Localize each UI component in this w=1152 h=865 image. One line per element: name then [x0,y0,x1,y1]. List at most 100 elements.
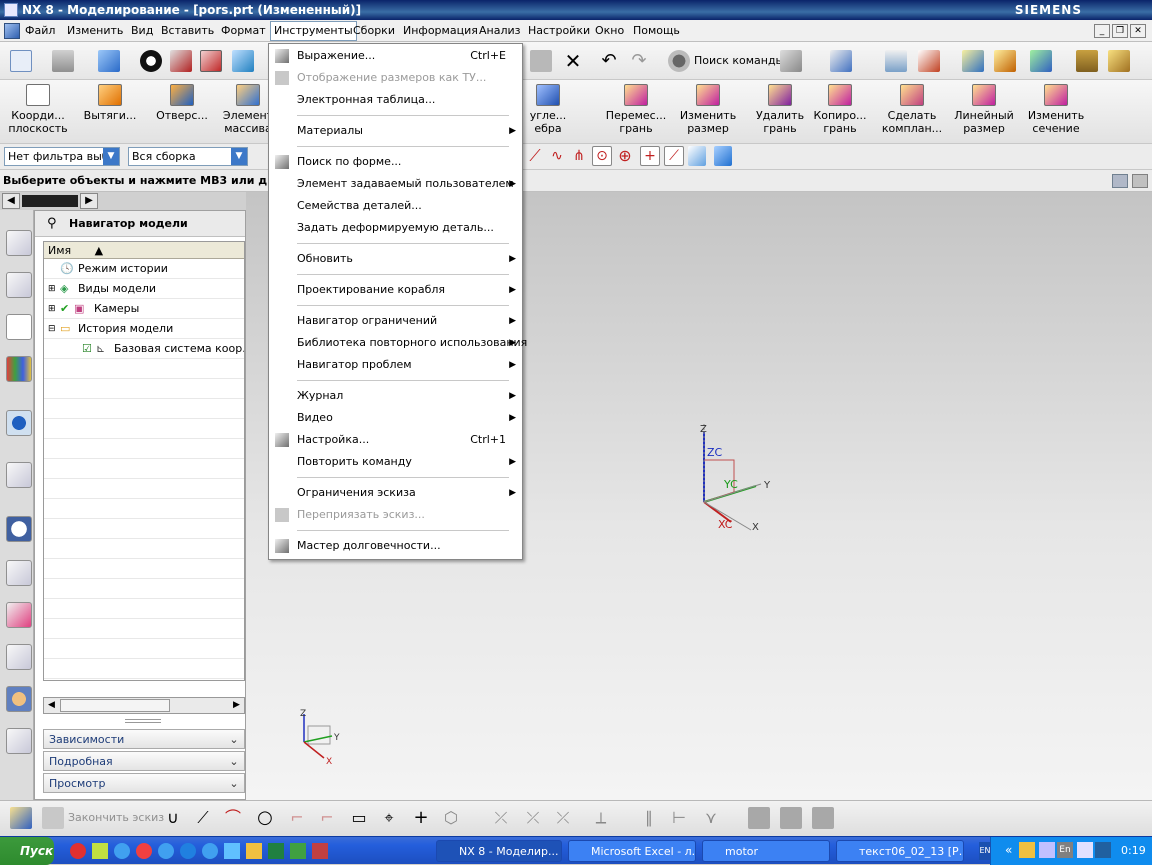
menu-7[interactable]: Информация [400,23,481,39]
binoculars-icon[interactable] [668,50,690,72]
snap-icon[interactable] [232,50,254,72]
doc-restore-button[interactable]: ❐ [1112,24,1128,38]
snap-line-icon[interactable]: ⟋ [664,146,684,166]
history-icon[interactable] [6,516,32,542]
undo-icon[interactable]: ↶ [598,50,620,72]
layout-icon[interactable] [1132,174,1148,188]
doc-close-button[interactable]: ✕ [1130,24,1146,38]
palette-icon[interactable] [6,602,32,628]
snap-intersection-icon[interactable]: ⋔ [570,146,588,166]
csys-icon[interactable] [918,50,940,72]
dimension-icon[interactable]: ⊢ [668,807,690,829]
browser-icon[interactable] [114,843,130,859]
tools-menu-item[interactable]: Видео ▶ [269,407,522,429]
taskbar-button[interactable]: Microsoft Excel - л... [568,840,696,862]
pin-icon[interactable]: ⚲ [47,211,57,237]
tools-menu-item[interactable]: Материалы ▶ [269,120,522,142]
tray-app2-icon[interactable] [1039,842,1055,858]
tools-menu-item[interactable]: Электронная таблица... [269,89,522,111]
offset-icon[interactable]: ⬡ [440,807,462,829]
volume-icon[interactable] [1095,842,1111,858]
system-materials-icon[interactable] [6,560,32,586]
render-style-icon[interactable] [140,50,162,72]
menu-5[interactable]: Инструменты [270,21,357,41]
roles-icon[interactable] [6,686,32,712]
trim-icon[interactable]: ⤫ [490,807,512,829]
name-column-header[interactable]: Имя ▲ [44,242,244,259]
app3-icon[interactable] [312,843,328,859]
taskbar-button[interactable]: текст06_02_13 [Р... [836,840,964,862]
fillet-icon[interactable]: ⌐ [286,807,308,829]
tools-menu-item[interactable]: Обновить ▶ [269,248,522,270]
media-icon[interactable] [136,843,152,859]
expand-icon[interactable]: ⊞ [48,299,56,319]
view-toggle-icon[interactable] [1112,174,1128,188]
redo-icon[interactable]: ↷ [628,50,650,72]
snap-quadrant-icon[interactable]: ⊕ [616,146,634,166]
make-coplanar-button[interactable]: Сделать комплан... [880,82,944,140]
constraint-navigator-icon[interactable] [6,272,32,298]
tools-menu-item[interactable]: Поиск по форме... [269,151,522,173]
point-icon[interactable]: + [410,807,432,829]
snap-curve-icon[interactable]: ∿ [548,146,566,166]
dependencies-panel[interactable]: Зависимости ⌄ [43,729,245,749]
wcs-icon[interactable] [962,50,984,72]
info-icon[interactable] [830,50,852,72]
command-finder-label[interactable]: Поиск команды [694,54,784,67]
hd3d-tools-icon[interactable] [6,410,32,436]
mirror-icon[interactable] [748,807,770,829]
move-face-button[interactable]: Перемес... грань [604,82,668,140]
app-icon[interactable] [92,843,108,859]
navigator-tree[interactable]: Имя ▲ 🕓 Режим истории ⊞ ◈ Виды модели ⊞ ✔ ▣ Ка… [43,241,245,681]
tools-menu-item[interactable]: Проектирование корабля ▶ [269,279,522,301]
datum-plane-button[interactable]: Коорди... плоскость [6,82,70,140]
doc-minimize-button[interactable]: _ [1094,24,1110,38]
tray-app-icon[interactable] [1019,842,1035,858]
snap-endpoint-icon[interactable]: ⟋ [526,146,544,166]
splitter-handle[interactable] [125,719,161,723]
tools-menu-item[interactable]: Семейства деталей... [269,195,522,217]
folder-icon[interactable] [246,843,262,859]
menu-0[interactable]: Файл [22,23,58,39]
tools-menu-item[interactable]: Журнал ▶ [269,385,522,407]
tools-menu-item[interactable]: Элемент задаваемый пользователем ▶ [269,173,522,195]
linear-dimension-button[interactable]: Линейный размер [952,82,1016,140]
reuse-library-icon[interactable] [6,356,32,382]
tools-menu-item[interactable]: Настройка... Ctrl+1 [269,429,522,451]
tools-menu-item[interactable]: Повторить команду ▶ [269,451,522,473]
scroll-thumb[interactable] [60,699,170,712]
app2-icon[interactable] [290,843,306,859]
snap-center-icon[interactable]: ⊙ [592,146,612,166]
layer-icon[interactable] [200,50,222,72]
network-icon[interactable] [1077,842,1093,858]
measure-icon[interactable] [1076,50,1098,72]
menu-9[interactable]: Настройки [525,23,593,39]
menu-8[interactable]: Анализ [476,23,524,39]
profile-icon[interactable]: ∪ [162,807,184,829]
tools-menu-item[interactable]: Мастер долговечности... [269,535,522,557]
rectangle-icon[interactable]: ▭ [348,807,370,829]
tree-row[interactable]: ⊟ ▭ История модели [44,319,244,339]
change-section-button[interactable]: Изменить сечение [1024,82,1088,140]
start-icon[interactable] [10,50,32,72]
finish-sketch-label[interactable]: Закончить эскиз [68,811,164,824]
checkbox-checked-icon[interactable]: ☑ [82,339,92,359]
extrude-button[interactable]: Вытяги... [78,82,142,140]
constraint-icon[interactable]: ⟂ [590,807,612,829]
assembly-navigator-icon[interactable] [6,230,32,256]
explorer-icon[interactable] [224,843,240,859]
tools-menu-item[interactable]: Библиотека повторного использования ▶ [269,332,527,354]
menu-3[interactable]: Вставить [158,23,217,39]
parallel-icon[interactable]: ∥ [638,807,660,829]
tools-menu-item[interactable]: Переприязать эскиз... [269,504,522,526]
polygon-icon[interactable]: ⌖ [378,807,400,829]
circle-icon[interactable]: ○ [254,807,276,829]
corner-icon[interactable]: ⤫ [552,807,574,829]
tools-menu-item[interactable]: Выражение... Ctrl+E [269,45,522,67]
system-scene-icon[interactable] [6,728,32,754]
process-studio-icon[interactable] [6,644,32,670]
arc-icon[interactable]: ⌒ [222,807,244,829]
finish-sketch-icon[interactable] [42,807,64,829]
edge-blend-button[interactable]: угле... ебра [518,82,578,140]
ruler-icon[interactable] [1108,50,1130,72]
